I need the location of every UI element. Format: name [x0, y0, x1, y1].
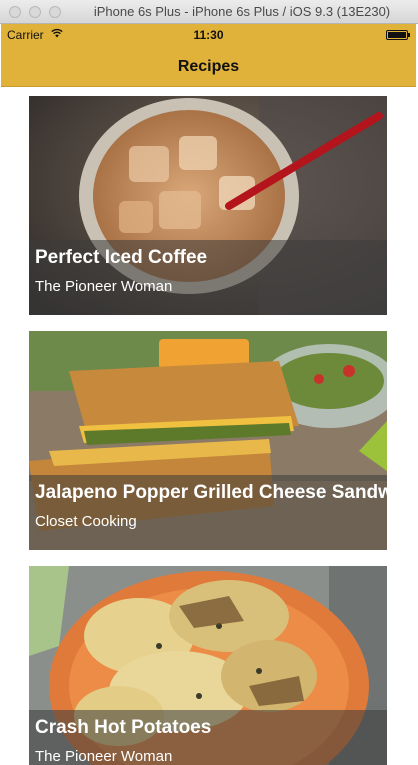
recipe-title: Perfect Iced Coffee	[35, 247, 208, 268]
navigation-bar: Recipes	[1, 46, 416, 87]
recipe-list[interactable]: Perfect Iced Coffee The Pioneer Woman Ja…	[1, 87, 416, 765]
recipe-source: Closet Cooking	[35, 513, 137, 530]
window-close-button[interactable]	[9, 6, 21, 18]
recipe-card[interactable]: Perfect Iced Coffee The Pioneer Woman	[29, 96, 387, 315]
nav-title: Recipes	[177, 58, 240, 75]
recipe-title: Jalapeno Popper Grilled Cheese Sandwich	[35, 482, 387, 503]
app-screen: Carrier 11:30 Recipes Perfect Iced Coffe…	[1, 24, 416, 765]
recipe-title: Crash Hot Potatoes	[35, 717, 212, 738]
battery-icon	[386, 30, 410, 40]
window-title: iPhone 6s Plus - iPhone 6s Plus / iOS 9.…	[93, 4, 391, 19]
status-bar: Carrier 11:30	[1, 24, 416, 46]
status-time: 11:30	[193, 28, 224, 42]
simulator-title-bar: iPhone 6s Plus - iPhone 6s Plus / iOS 9.…	[0, 0, 418, 24]
window-minimize-button[interactable]	[29, 6, 41, 18]
recipe-card[interactable]: Crash Hot Potatoes The Pioneer Woman	[29, 566, 387, 765]
recipe-source: The Pioneer Woman	[35, 748, 173, 765]
recipe-source: The Pioneer Woman	[35, 278, 173, 295]
window-zoom-button[interactable]	[49, 6, 61, 18]
recipe-card[interactable]: Jalapeno Popper Grilled Cheese Sandwich …	[29, 331, 387, 550]
